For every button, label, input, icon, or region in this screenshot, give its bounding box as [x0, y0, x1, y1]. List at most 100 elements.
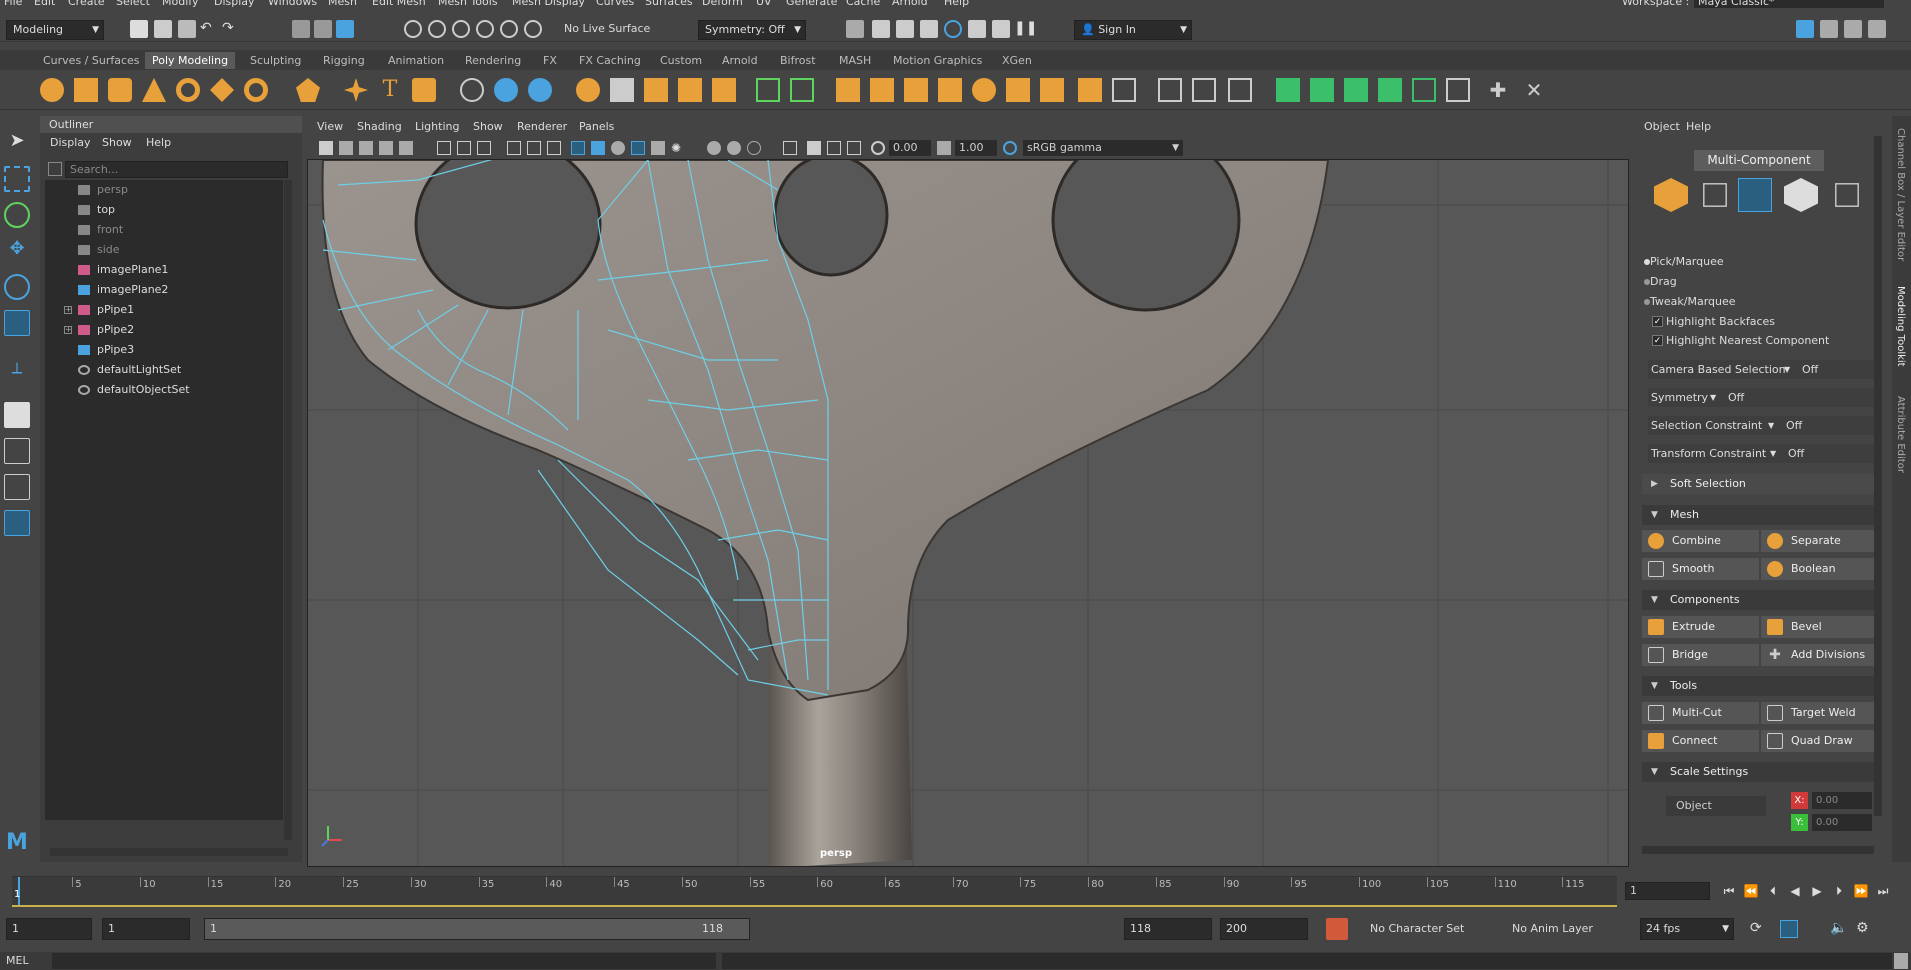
multi-cut-button[interactable]: Multi-Cut	[1642, 702, 1759, 724]
ipr-render-icon[interactable]	[896, 20, 914, 38]
radio-pick-marquee[interactable]: Pick/Marquee	[1644, 255, 1724, 268]
camera-select-icon[interactable]	[319, 141, 333, 155]
menu-mesh-tools[interactable]: Mesh Tools	[438, 0, 498, 8]
menu-edit[interactable]: Edit	[34, 0, 55, 8]
menu-help[interactable]: Help	[944, 0, 969, 8]
shelf-tab-animation[interactable]: Animation	[381, 52, 451, 69]
snap-point-icon[interactable]	[452, 20, 470, 38]
sound-icon[interactable]: 🔈	[1830, 920, 1848, 938]
film-gate-icon[interactable]	[457, 141, 471, 155]
poly-disc-icon[interactable]	[244, 78, 268, 102]
current-frame-field[interactable]: 1	[1625, 882, 1710, 900]
loop-icon[interactable]: ⟳	[1750, 920, 1768, 938]
expand-icon[interactable]: +	[64, 306, 72, 314]
list-item[interactable]: imagePlane1	[45, 260, 283, 280]
bridge-shelf-icon[interactable]	[870, 78, 894, 102]
svg-tool-icon[interactable]	[412, 78, 436, 102]
viewport-menu-lighting[interactable]: Lighting	[415, 120, 459, 133]
uv-layout-icon[interactable]: ✕	[1522, 78, 1546, 102]
textured-icon[interactable]	[651, 141, 665, 155]
face-mode-icon[interactable]	[1784, 178, 1818, 212]
arnold-render-icon[interactable]	[992, 20, 1010, 38]
modeling-toolkit-icon[interactable]	[1796, 20, 1814, 38]
poly-cone-icon[interactable]	[142, 78, 166, 102]
step-back-frame-icon[interactable]: ⏴	[1764, 882, 1782, 900]
menu-edit-mesh[interactable]: Edit Mesh	[372, 0, 426, 8]
pause-icon[interactable]: ❚❚	[1014, 20, 1037, 38]
connect-shelf-icon[interactable]	[1192, 78, 1216, 102]
shelf-tab-motion-graphics[interactable]: Motion Graphics	[886, 52, 989, 69]
poly-plane-icon[interactable]	[210, 78, 234, 102]
exposure-field[interactable]: 0.00	[889, 140, 931, 156]
snap-view-icon[interactable]	[476, 20, 494, 38]
components-section-header[interactable]: ▼ Components	[1642, 590, 1878, 610]
uv-spherical-icon[interactable]	[1378, 78, 1402, 102]
command-input[interactable]	[52, 953, 716, 969]
xray-active-icon[interactable]	[827, 141, 841, 155]
snap-surface-icon[interactable]	[500, 20, 518, 38]
four-view-icon[interactable]	[4, 438, 30, 464]
shelf-tab-rendering[interactable]: Rendering	[458, 52, 528, 69]
menu-select[interactable]: Select	[116, 0, 150, 8]
undo-icon[interactable]: ↶	[200, 20, 218, 38]
motion-blur-icon[interactable]	[747, 141, 761, 155]
step-forward-key-icon[interactable]: ⏩	[1852, 882, 1870, 900]
filter-icon[interactable]	[48, 162, 62, 176]
exposure-icon[interactable]	[871, 141, 885, 155]
snap-live-icon[interactable]	[524, 20, 542, 38]
select-hierarchy-icon[interactable]	[292, 20, 310, 38]
list-item[interactable]: defaultObjectSet	[45, 380, 283, 400]
auto-key-icon[interactable]	[1326, 918, 1348, 940]
step-forward-frame-icon[interactable]: ⏵	[1830, 882, 1848, 900]
separate-shelf-icon[interactable]	[576, 78, 600, 102]
go-to-end-icon[interactable]: ⏭	[1874, 882, 1892, 900]
fill-hole-icon[interactable]	[756, 78, 780, 102]
poly-cube-icon[interactable]	[74, 78, 98, 102]
menu-set-dropdown[interactable]: Modeling ▼	[6, 20, 104, 40]
bridge-button[interactable]: Bridge	[1642, 644, 1759, 666]
checkbox-highlight-nearest[interactable]: ✓ Highlight Nearest Component	[1652, 334, 1829, 347]
menu-cache[interactable]: Cache	[846, 0, 880, 8]
toolkit-vertical-scrollbar[interactable]	[1874, 136, 1882, 816]
workspace-dropdown[interactable]: Maya Classic*	[1694, 0, 1884, 8]
poke-icon[interactable]	[1006, 78, 1030, 102]
multi-cut-shelf-icon[interactable]	[1112, 78, 1136, 102]
uv-cut-icon[interactable]	[1412, 78, 1436, 102]
menu-windows[interactable]: Windows	[268, 0, 317, 8]
smooth-shade-icon[interactable]	[591, 141, 605, 155]
triangulate-icon[interactable]	[790, 78, 814, 102]
animation-end-field[interactable]: 200	[1220, 918, 1308, 940]
list-item[interactable]: side	[45, 240, 283, 260]
outliner-menu-display[interactable]: Display	[50, 136, 91, 149]
shelf-tab-bifrost[interactable]: Bifrost	[773, 52, 823, 69]
gamma-field[interactable]: 1.00	[955, 140, 997, 156]
shelf-tab-sculpting[interactable]: Sculpting	[243, 52, 308, 69]
menu-arnold[interactable]: Arnold	[892, 0, 928, 8]
snap-curve-icon[interactable]	[428, 20, 446, 38]
single-perspective-icon[interactable]	[4, 402, 30, 428]
super-shape-icon[interactable]	[344, 78, 368, 102]
live-surface-field[interactable]: No Live Surface	[558, 20, 656, 40]
y-scale-field[interactable]: 0.00	[1812, 814, 1872, 831]
play-backward-icon[interactable]: ◀	[1786, 882, 1804, 900]
grid-toggle-icon[interactable]	[437, 141, 451, 155]
transform-constraint-row[interactable]: Transform Constraint ▼ Off	[1648, 444, 1880, 463]
vertex-mode-icon[interactable]	[1703, 183, 1727, 207]
tab-attribute-editor[interactable]: Attribute Editor	[1895, 396, 1906, 473]
menu-mesh-display[interactable]: Mesh Display	[512, 0, 585, 8]
fps-dropdown[interactable]: 24 fps ▼	[1640, 918, 1734, 940]
menu-curves[interactable]: Curves	[596, 0, 634, 8]
select-component-icon[interactable]	[336, 20, 354, 38]
menu-generate[interactable]: Generate	[786, 0, 837, 8]
shelf-tab-mash[interactable]: MASH	[832, 52, 878, 69]
cleanup-shelf-icon[interactable]	[712, 78, 736, 102]
time-slider[interactable]: 1 5 10 15 20 25 30 35 40 45 50 55 60 65 70 75 80 85 90 95 1…	[12, 876, 1617, 907]
script-language-toggle[interactable]: MEL	[6, 954, 29, 967]
radio-drag[interactable]: Drag	[1644, 275, 1677, 288]
select-object-icon[interactable]	[314, 20, 332, 38]
viewport-menu-show[interactable]: Show	[473, 120, 503, 133]
smooth-button[interactable]: Smooth	[1642, 558, 1759, 580]
poly-sphere-icon[interactable]	[40, 78, 64, 102]
new-scene-icon[interactable]	[130, 20, 148, 38]
target-weld-shelf-icon[interactable]	[1158, 78, 1182, 102]
